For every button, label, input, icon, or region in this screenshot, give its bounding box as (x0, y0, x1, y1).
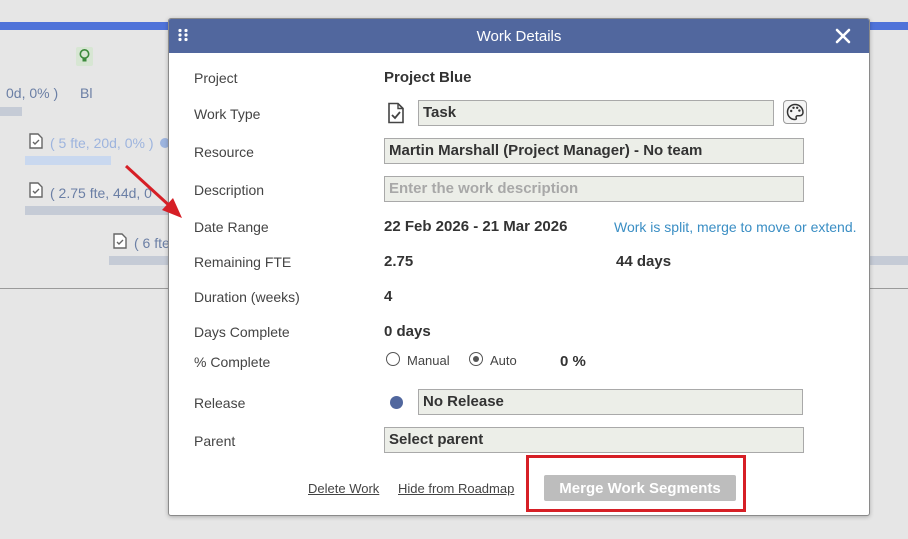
parent-label: Parent (194, 433, 236, 449)
days-complete-value[interactable]: 0 days (384, 323, 431, 340)
gantt-row-label: ( 6 fte (134, 235, 170, 251)
palette-icon (786, 103, 804, 121)
gantt-bar[interactable] (868, 256, 908, 265)
task-icon (29, 182, 43, 198)
gantt-bar[interactable] (109, 256, 168, 265)
project-value: Project Blue (384, 69, 472, 86)
document-check-icon (388, 102, 404, 124)
palette-button[interactable] (783, 100, 807, 124)
project-label: Project (194, 70, 238, 86)
annotation-highlight-box (526, 455, 746, 512)
work-type-select[interactable]: Task (418, 100, 774, 126)
gantt-bar[interactable] (0, 107, 22, 116)
radio-manual[interactable] (386, 352, 400, 366)
days-complete-label: Days Complete (194, 324, 290, 340)
radio-manual-label[interactable]: Manual (407, 353, 450, 368)
gantt-row-label: Bl (80, 85, 93, 101)
task-icon (113, 233, 127, 249)
pct-complete-value: 0 % (560, 353, 586, 370)
close-icon[interactable] (833, 26, 853, 46)
work-type-label: Work Type (194, 106, 261, 122)
radio-auto[interactable] (469, 352, 483, 366)
remaining-fte-value[interactable]: 2.75 (384, 253, 413, 270)
days-value: 44 days (616, 253, 672, 270)
split-notice-link[interactable]: Work is split, merge to move or extend. (614, 219, 857, 235)
resource-select[interactable]: Martin Marshall (Project Manager) - No t… (384, 138, 804, 164)
dialog-title: Work Details (476, 28, 562, 45)
work-details-dialog: Work Details Project Project Blue Work T… (168, 18, 870, 516)
dialog-header[interactable]: Work Details (169, 19, 869, 53)
pct-complete-label: % Complete (194, 354, 271, 370)
gantt-row-label: ( 5 fte, 20d, 0% ) (50, 135, 154, 151)
description-label: Description (194, 182, 265, 198)
parent-select[interactable]: Select parent (384, 427, 804, 453)
gantt-bar[interactable] (25, 156, 111, 165)
gantt-row-label: 0d, 0% ) (6, 85, 59, 101)
resource-label: Resource (194, 144, 254, 160)
date-range-value[interactable]: 22 Feb 2026 - 21 Mar 2026 (384, 218, 567, 235)
date-range-label: Date Range (194, 219, 269, 235)
release-label: Release (194, 395, 246, 411)
annotation-arrow-icon (124, 164, 182, 218)
lightbulb-icon (76, 47, 93, 66)
remaining-fte-label: Remaining FTE (194, 254, 292, 270)
hide-from-roadmap-link[interactable]: Hide from Roadmap (398, 481, 514, 496)
circle-dot-icon (390, 396, 403, 409)
description-input[interactable]: Enter the work description (384, 176, 804, 202)
duration-label: Duration (weeks) (194, 289, 300, 305)
release-select[interactable]: No Release (418, 389, 803, 415)
delete-work-link[interactable]: Delete Work (308, 481, 379, 496)
duration-value[interactable]: 4 (384, 288, 392, 305)
task-icon (29, 133, 43, 149)
radio-auto-label[interactable]: Auto (490, 353, 517, 368)
